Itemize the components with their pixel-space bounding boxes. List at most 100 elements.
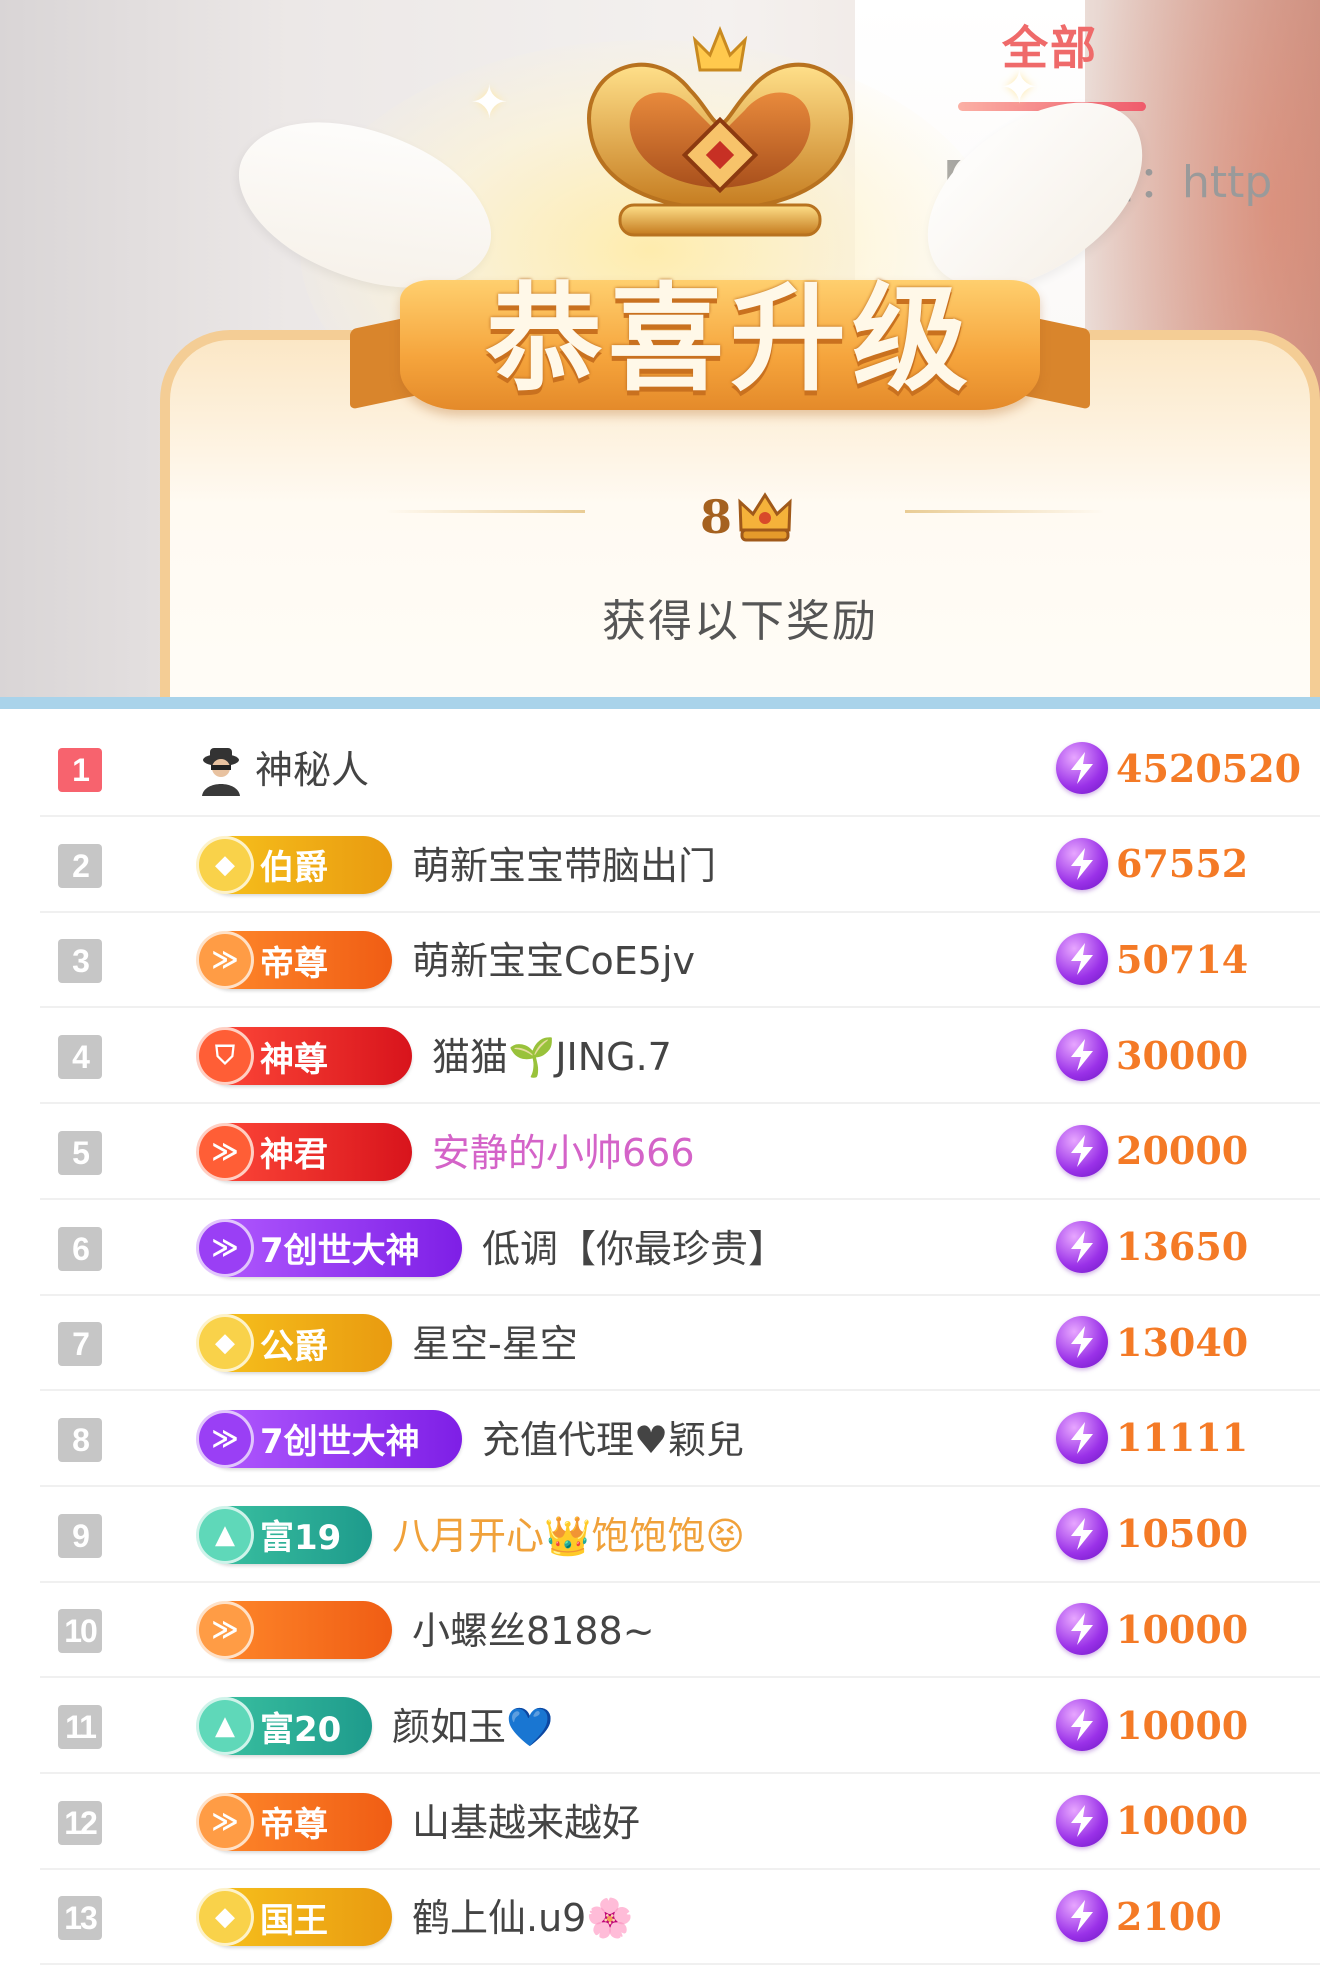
user-name[interactable]: 萌新宝宝CoE5jv: [412, 933, 695, 989]
contribution-score: 13040: [1056, 1316, 1249, 1369]
contribution-score: 10500: [1056, 1507, 1249, 1560]
level-badge[interactable]: ≫: [196, 1601, 392, 1660]
lightning-coin-icon: [1056, 742, 1108, 794]
badge-label: 帝尊: [260, 1805, 328, 1846]
level-badge[interactable]: ▲ 富19: [196, 1505, 372, 1564]
rank-number: 2: [58, 843, 102, 888]
contribution-score: 10000: [1056, 1603, 1248, 1656]
user-name[interactable]: 山基越来越好: [412, 1795, 640, 1851]
level-badge[interactable]: ◆ 国王: [196, 1888, 392, 1947]
user-name[interactable]: 小螺丝8188~: [412, 1603, 655, 1659]
ranking-row[interactable]: 3 ≫ 帝尊 萌新宝宝CoE5jv 50714: [40, 913, 1320, 1009]
lightning-coin-icon: [1056, 1220, 1108, 1273]
rank-number: 5: [58, 1130, 102, 1175]
triangle-icon: ▲: [196, 1697, 254, 1755]
user-name[interactable]: 星空-星空: [412, 1316, 578, 1372]
level-badge[interactable]: ≫ 神君: [196, 1122, 412, 1181]
ranking-row[interactable]: 10 ≫ 小螺丝8188~ 10000: [40, 1583, 1320, 1679]
score-value: 10000: [1116, 1702, 1249, 1748]
level-badge[interactable]: ◆ 伯爵: [196, 835, 392, 894]
ranking-row[interactable]: 2 ◆ 伯爵 萌新宝宝带脑出门 67552: [40, 818, 1320, 913]
shield-icon: ⛉: [196, 1027, 254, 1086]
score-value: 13040: [1116, 1319, 1249, 1365]
level-badge[interactable]: ≫ 帝尊: [196, 1792, 392, 1851]
contribution-score: 50714: [1056, 933, 1248, 986]
ranking-row[interactable]: 4 ⛉ 神尊 猫猫🌱JING.7 30000: [40, 1009, 1320, 1105]
ranking-row[interactable]: 11 ▲ 富20 颜如玉💙 10000: [40, 1679, 1320, 1774]
rank-number: 3: [58, 939, 102, 984]
level-badge[interactable]: ≫ 帝尊: [196, 931, 392, 990]
ranking-row[interactable]: 1 神秘人 4520520: [40, 722, 1320, 817]
user-name[interactable]: 颜如玉💙: [392, 1699, 553, 1755]
divider-line: [905, 510, 1105, 513]
panel-divider: [0, 697, 1320, 709]
level-badge[interactable]: ⛉ 神尊: [196, 1027, 412, 1086]
chevron-icon: ≫: [196, 1409, 254, 1468]
level-badge[interactable]: ◆ 公爵: [196, 1314, 392, 1373]
rank-number: 6: [58, 1226, 102, 1271]
lightning-coin-icon: [1056, 1411, 1108, 1464]
badge-label: 富19: [260, 1518, 342, 1559]
level-badge[interactable]: ≫ 7创世大神: [196, 1409, 462, 1468]
ranking-row[interactable]: 8 ≫ 7创世大神 充值代理♥颖兒 11111: [40, 1392, 1320, 1487]
rank-number: 11: [58, 1705, 102, 1749]
level-number: 8: [700, 490, 733, 544]
score-value: 4520520: [1116, 745, 1302, 791]
contribution-score: 11111: [1056, 1411, 1249, 1464]
badge-label: 神尊: [260, 1039, 328, 1080]
badge-label: 富20: [260, 1709, 342, 1750]
user-name[interactable]: 萌新宝宝带脑出门: [412, 838, 716, 894]
ranking-row[interactable]: 5 ≫ 神君 安静的小帅666 20000: [40, 1105, 1320, 1200]
ranking-row[interactable]: 13 ◆ 国王 鹤上仙.u9🌸 2100: [40, 1870, 1320, 1965]
level-indicator: 8: [700, 490, 794, 544]
contribution-score: 67552: [1056, 837, 1249, 890]
lightning-coin-icon: [1056, 1124, 1108, 1177]
lightning-coin-icon: [1056, 1029, 1108, 1082]
gem-icon: ◆: [196, 1314, 254, 1373]
score-value: 11111: [1116, 1415, 1249, 1461]
level-badge[interactable]: ▲ 富20: [196, 1697, 372, 1755]
badge-label: 7创世大神: [260, 1231, 420, 1271]
score-value: 2100: [1116, 1893, 1222, 1939]
score-value: 13650: [1116, 1224, 1249, 1269]
contribution-score: 20000: [1056, 1124, 1249, 1177]
user-name[interactable]: 神秘人: [255, 742, 369, 798]
user-name[interactable]: 充值代理♥颖兒: [482, 1412, 744, 1468]
rank-number: 8: [58, 1417, 102, 1462]
lightning-coin-icon: [1056, 837, 1108, 890]
user-name[interactable]: 鹤上仙.u9🌸: [412, 1890, 634, 1946]
contribution-score: 2100: [1056, 1890, 1222, 1943]
tab-all[interactable]: 全部: [955, 12, 1145, 78]
crown-icon: [738, 492, 792, 542]
user-name[interactable]: 八月开心👑饱饱饱😝: [392, 1508, 745, 1564]
chevron-icon: ≫: [196, 931, 254, 990]
rank-number: 1: [58, 748, 102, 792]
badge-label: 国王: [260, 1900, 328, 1941]
ranking-row[interactable]: 7 ◆ 公爵 星空-星空 13040: [40, 1296, 1320, 1392]
contribution-score: 13650: [1056, 1220, 1249, 1273]
rank-number: 7: [58, 1322, 102, 1367]
ranking-row[interactable]: 9 ▲ 富19 八月开心👑饱饱饱😝 10500: [40, 1488, 1320, 1583]
ranking-row[interactable]: 12 ≫ 帝尊 山基越来越好 10000: [40, 1775, 1320, 1870]
score-value: 67552: [1116, 841, 1249, 887]
crown-icon: [587, 25, 853, 237]
score-value: 10000: [1116, 1798, 1249, 1844]
user-name[interactable]: 低调【你最珍贵】: [482, 1221, 786, 1277]
score-value: 10500: [1116, 1511, 1249, 1557]
level-badge[interactable]: ≫ 7创世大神: [196, 1218, 462, 1277]
mystery-person-icon: [198, 746, 244, 800]
ranking-row[interactable]: 6 ≫ 7创世大神 低调【你最珍贵】 13650: [40, 1201, 1320, 1296]
score-value: 20000: [1116, 1128, 1249, 1174]
user-name[interactable]: 安静的小帅666: [432, 1125, 695, 1181]
sparkle-icon: ✦: [1000, 60, 1039, 114]
rank-number: 9: [58, 1513, 102, 1558]
badge-label: 公爵: [260, 1326, 328, 1367]
user-name[interactable]: 猫猫🌱JING.7: [432, 1029, 672, 1085]
badge-label: 伯爵: [260, 848, 328, 889]
badge-label: 神君: [260, 1135, 328, 1176]
lightning-coin-icon: [1056, 1507, 1108, 1560]
score-value: 30000: [1116, 1032, 1249, 1078]
level-up-overlay: 全部 【房间公告：http ✦ ✦ 8: [0, 0, 1320, 700]
divider-line: [385, 510, 585, 513]
chevron-icon: ≫: [196, 1122, 254, 1181]
